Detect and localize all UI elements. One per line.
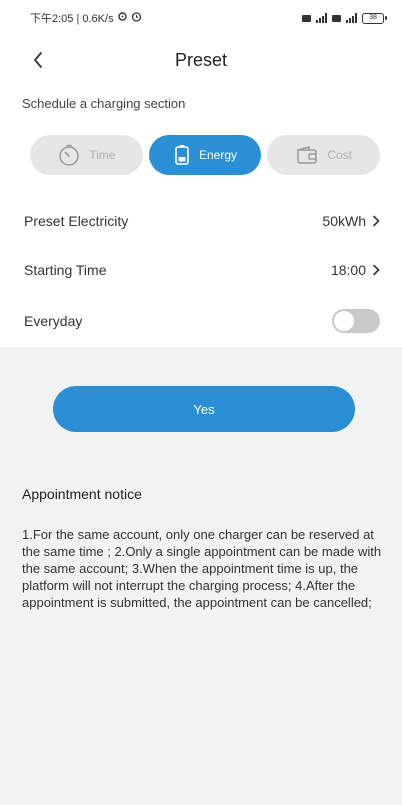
tab-time-label: Time <box>89 148 116 162</box>
tab-cost[interactable]: Cost <box>267 135 381 175</box>
tab-energy-label: Energy <box>198 148 238 162</box>
status-bar: 下午2:05 | 0.6K/s 38 <box>0 0 402 36</box>
status-left: 下午2:05 | 0.6K/s <box>30 10 142 26</box>
signal-icon-1 <box>316 13 327 23</box>
timer-icon <box>59 144 79 166</box>
everyday-row: Everyday <box>0 295 402 347</box>
toggle-knob <box>334 311 354 331</box>
tab-cost-label: Cost <box>327 148 353 162</box>
tab-energy[interactable]: Energy <box>148 135 262 175</box>
preset-electricity-row[interactable]: Preset Electricity 50kWh <box>0 196 402 246</box>
preset-electricity-value-group: 50kWh <box>322 213 380 229</box>
yes-button[interactable]: Yes <box>53 386 355 432</box>
status-right: 38 <box>302 12 387 24</box>
status-time-speed: 下午2:05 | 0.6K/s <box>30 13 114 25</box>
notice-body: 1.For the same account, only one charger… <box>22 527 382 610</box>
alarm-status-icon <box>131 11 142 25</box>
signal-icon-2 <box>346 13 357 23</box>
battery-status-icon: 38 <box>362 12 387 24</box>
battery-icon <box>175 145 189 165</box>
starting-time-value: 18:00 <box>330 262 366 278</box>
mode-tabs: Time Energy Cost <box>30 135 381 175</box>
header: Preset <box>0 36 402 84</box>
everyday-label: Everyday <box>24 313 83 329</box>
starting-time-value-group: 18:00 <box>331 262 380 278</box>
schedule-label: Schedule a charging section <box>22 96 186 111</box>
settings-status-icon <box>117 11 128 25</box>
chevron-left-icon <box>34 52 42 68</box>
back-button[interactable] <box>26 48 50 72</box>
starting-time-label: Starting Time <box>24 262 107 278</box>
preset-screen: 下午2:05 | 0.6K/s 38 Preset Schedule a cha… <box>0 0 402 805</box>
tab-time[interactable]: Time <box>30 135 143 175</box>
chevron-right-icon <box>373 264 380 276</box>
wallet-icon <box>297 146 318 164</box>
data-status-icon <box>302 14 311 22</box>
notice-title: Appointment notice <box>22 486 142 502</box>
data-status-icon-2 <box>332 14 341 22</box>
starting-time-row[interactable]: Starting Time 18:00 <box>0 245 402 295</box>
preset-electricity-label: Preset Electricity <box>24 213 129 229</box>
page-title: Preset <box>174 49 228 70</box>
preset-electricity-value: 50kWh <box>322 213 366 229</box>
schedule-section: Schedule a charging section Time Energy <box>0 84 402 196</box>
chevron-right-icon <box>373 215 380 227</box>
everyday-toggle[interactable] <box>332 309 380 333</box>
